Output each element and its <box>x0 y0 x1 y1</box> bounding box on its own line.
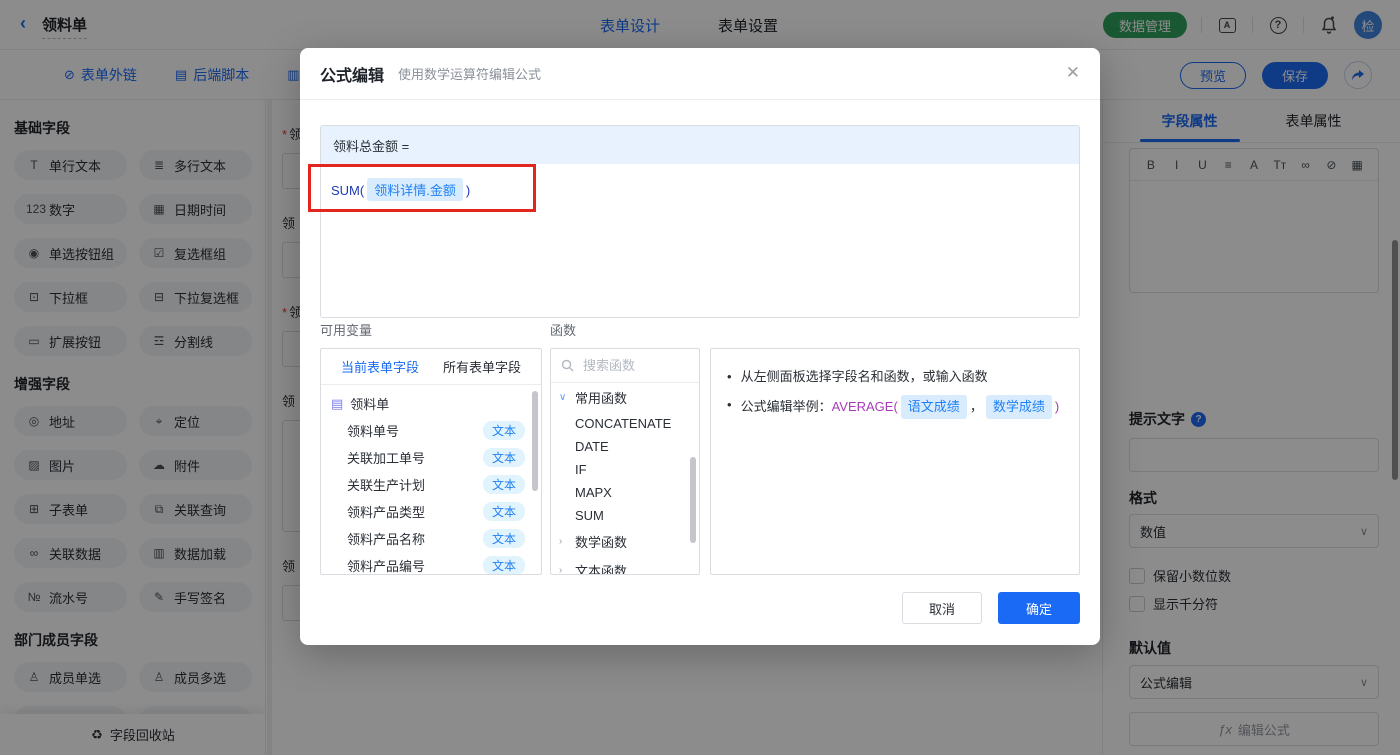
search-icon <box>561 359 574 372</box>
modal-title: 公式编辑 <box>320 67 385 85</box>
modal-subtitle: 使用数学运算符编辑公式 <box>398 67 542 82</box>
formula-input[interactable]: SUM(领料详情.金额) <box>321 164 1079 215</box>
help-line-2: • 公式编辑举例：AVERAGE(语文成绩，数学成绩) <box>727 395 1063 419</box>
help-token-1: 语文成绩 <box>900 395 967 419</box>
formula-field-token[interactable]: 领料详情.金额 <box>367 178 463 201</box>
formula-func-open: SUM( <box>331 183 365 198</box>
formula-modal: 公式编辑 使用数学运算符编辑公式 ✕ 领料总金额 = SUM(领料详情.金额) … <box>300 48 1100 645</box>
formula-func-close: ) <box>465 183 471 198</box>
formula-editor: 领料总金额 = SUM(领料详情.金额) <box>320 125 1080 318</box>
functions-scrollbar[interactable] <box>690 457 696 543</box>
variable-type-badge: 文本 <box>482 421 525 440</box>
modal-header: 公式编辑 使用数学运算符编辑公式 ✕ <box>300 48 1100 100</box>
form-doc-icon: ▤ <box>331 395 344 411</box>
chevron-right-icon: › <box>559 565 563 575</box>
variable-row-领料产品编号[interactable]: 领料产品编号 文本 <box>321 552 541 574</box>
variable-row-领料产品类型[interactable]: 领料产品类型 文本 <box>321 498 541 525</box>
variable-type-badge: 文本 <box>482 556 525 574</box>
variables-box: 当前表单字段 所有表单字段 ▤ 领料单 领料单号 文本 关联加工单号 文本 关联生产计划文… <box>320 348 542 575</box>
variable-name: 领料产品名称 <box>347 532 426 547</box>
function-group-文本函数[interactable]: › 文本函数 <box>551 556 699 575</box>
variable-row-关联生产计划[interactable]: 关联生产计划 文本 <box>321 471 541 498</box>
function-item-MAPX[interactable]: MAPX <box>551 481 699 504</box>
variables-tab-所有表单字段[interactable]: 所有表单字段 <box>443 357 521 376</box>
help-text-2: 公式编辑举例：AVERAGE(语文成绩，数学成绩) <box>740 395 1060 419</box>
form-root-label: 领料单 <box>350 397 390 412</box>
form-tree-root[interactable]: ▤ 领料单 <box>321 385 541 417</box>
variables-tabs: 当前表单字段 所有表单字段 <box>321 349 541 385</box>
variable-name: 领料产品编号 <box>347 559 426 574</box>
function-item-CONCATENATE[interactable]: CONCATENATE <box>551 412 699 435</box>
variable-name: 关联生产计划 <box>347 478 426 493</box>
app-root: ‹ 领料单 表单设计表单设置 数据管理 A ? 检 ⊘表单外链▤后端脚本▥数据权… <box>0 0 1400 755</box>
help-token-2: 数学成绩 <box>985 395 1052 419</box>
variable-type-badge: 文本 <box>482 529 525 548</box>
variable-type-badge: 文本 <box>482 448 525 467</box>
variable-row-领料产品名称[interactable]: 领料产品名称 文本 <box>321 525 541 552</box>
help-example-func: AVERAGE( <box>831 399 898 414</box>
help-box: • 从左侧面板选择字段名和函数，或输入函数 • 公式编辑举例：AVERAGE(语… <box>710 348 1080 575</box>
cancel-button[interactable]: 取消 <box>902 592 982 624</box>
variable-type-badge: 文本 <box>482 502 525 521</box>
help-line-1: • 从左侧面板选择字段名和函数，或输入函数 <box>727 367 1063 387</box>
help-example-prefix: 公式编辑举例： <box>740 399 832 414</box>
variable-name: 关联加工单号 <box>347 451 426 466</box>
help-close-paren: ) <box>1054 399 1060 414</box>
function-item-SUM[interactable]: SUM <box>551 504 699 527</box>
bullet-icon: • <box>727 369 732 384</box>
functions-label: 函数 <box>550 323 577 338</box>
function-group-常用函数[interactable]: ∨ 常用函数 <box>551 383 699 412</box>
help-comma: ， <box>969 399 983 414</box>
variables-scrollbar[interactable] <box>532 391 538 491</box>
chevron-right-icon: › <box>559 536 563 547</box>
chevron-down-icon: ∨ <box>559 392 567 403</box>
variable-name: 领料产品类型 <box>347 505 426 520</box>
bullet-icon: • <box>727 397 732 412</box>
function-group-label: 数学函数 <box>575 535 628 550</box>
formula-target: 领料总金额 = <box>321 126 1079 164</box>
variables-label: 可用变量 <box>320 323 373 338</box>
function-group-数学函数[interactable]: › 数学函数 <box>551 527 699 556</box>
variables-tab-当前表单字段[interactable]: 当前表单字段 <box>341 357 419 376</box>
close-icon[interactable]: ✕ <box>1066 63 1080 83</box>
variable-row-关联加工单号[interactable]: 关联加工单号 文本 <box>321 444 541 471</box>
function-group-label: 常用函数 <box>575 391 628 406</box>
help-text-1: 从左侧面板选择字段名和函数，或输入函数 <box>740 369 988 384</box>
variable-type-badge: 文本 <box>482 475 525 494</box>
functions-box: ∨ 常用函数 CONCATENATEDATEIFMAPXSUM › 数学函数 › 文本函数 <box>550 348 700 575</box>
variable-row-领料单号[interactable]: 领料单号 文本 <box>321 417 541 444</box>
function-group-label: 文本函数 <box>575 564 628 575</box>
function-search <box>551 349 699 383</box>
variable-name: 领料单号 <box>347 424 400 439</box>
function-item-IF[interactable]: IF <box>551 458 699 481</box>
function-item-DATE[interactable]: DATE <box>551 435 699 458</box>
confirm-button[interactable]: 确定 <box>998 592 1080 624</box>
modal-footer: 取消 确定 <box>902 592 1080 624</box>
search-input[interactable] <box>581 357 681 374</box>
